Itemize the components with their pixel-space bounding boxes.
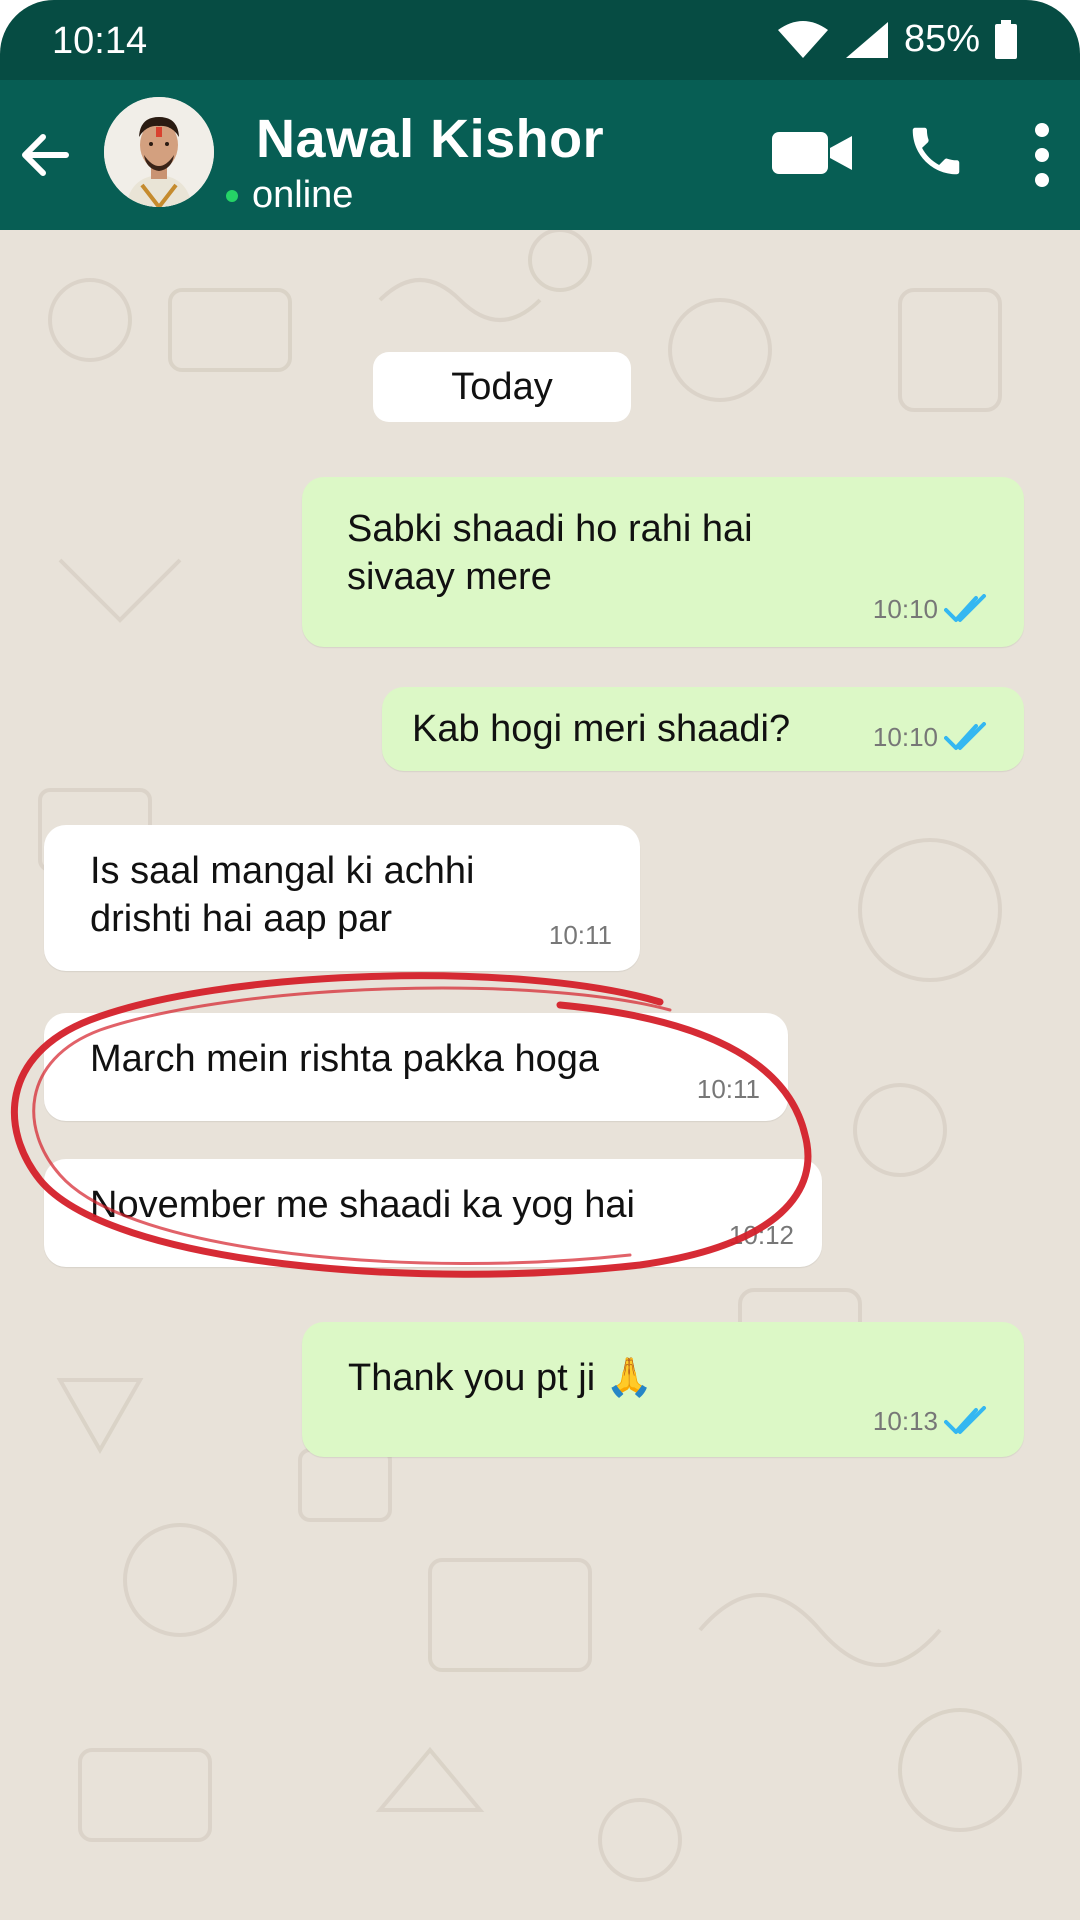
message-meta: 10:10	[873, 713, 994, 761]
contact-name[interactable]: Nawal Kishor	[256, 108, 604, 170]
double-check-icon	[944, 1406, 986, 1434]
message-time: 10:11	[696, 1074, 760, 1104]
status-time: 10:14	[52, 20, 148, 62]
message-time: 10:10	[872, 722, 938, 752]
message-time: 10:11	[548, 920, 612, 950]
more-vert-icon[interactable]	[1030, 120, 1054, 190]
chat-area[interactable]: Today Sabki shaadi ho rahi hai sivaay me…	[0, 230, 1080, 1920]
message-meta: 10:13	[873, 1397, 994, 1445]
message-time: 10:12	[728, 1220, 794, 1250]
message-text: Thank you pt ji 🙏	[348, 1354, 653, 1402]
message-meta: 10:10	[873, 585, 994, 633]
date-chip: Today	[373, 352, 631, 422]
message-bubble-incoming[interactable]: March mein rishta pakka hoga 10:11	[44, 1013, 788, 1121]
message-bubble-outgoing[interactable]: Thank you pt ji 🙏 10:13	[302, 1322, 1024, 1457]
message-text: March mein rishta pakka hoga	[90, 1035, 599, 1083]
phone-screen: 10:14 85% Nawal Kishor online Today Sabk…	[0, 0, 1080, 1920]
message-line: Is saal mangal ki achhi	[90, 850, 475, 892]
battery-percent: 85%	[903, 18, 980, 60]
message-line: Sabki shaadi ho rahi hai	[347, 508, 753, 550]
message-bubble-incoming[interactable]: November me shaadi ka yog hai 10:12	[44, 1159, 822, 1267]
message-meta: 10:11	[549, 911, 612, 959]
message-line: Kab hogi meri shaadi?	[412, 708, 791, 750]
phone-icon[interactable]	[905, 120, 967, 182]
message-line: Thank you pt ji 🙏	[348, 1357, 654, 1399]
status-bar: 10:14 85%	[0, 0, 1080, 80]
presence-status: online	[226, 174, 353, 217]
message-meta: 10:11	[697, 1065, 760, 1113]
message-meta: 10:12	[729, 1211, 794, 1259]
online-indicator	[226, 189, 238, 202]
avatar[interactable]	[104, 97, 214, 207]
message-bubble-incoming[interactable]: Is saal mangal ki achhi drishti hai aap …	[44, 825, 640, 971]
message-line: sivaay mere	[347, 556, 552, 598]
message-line: drishti hai aap par	[90, 898, 393, 940]
presence-text: online	[252, 174, 354, 216]
message-time: 10:10	[872, 594, 938, 624]
wifi-icon	[777, 20, 828, 58]
message-line: November me shaadi ka yog hai	[90, 1184, 635, 1226]
signal-icon	[845, 21, 888, 58]
message-bubble-outgoing[interactable]: Kab hogi meri shaadi? 10:10	[382, 687, 1024, 771]
message-text: Sabki shaadi ho rahi hai sivaay mere	[347, 505, 753, 601]
message-time: 10:13	[872, 1406, 938, 1436]
message-text: Kab hogi meri shaadi?	[412, 705, 790, 753]
message-line: March mein rishta pakka hoga	[90, 1038, 600, 1080]
video-call-icon[interactable]	[770, 128, 854, 178]
double-check-icon	[944, 722, 986, 750]
battery-icon	[995, 19, 1017, 59]
message-text: November me shaadi ka yog hai	[90, 1181, 635, 1229]
contact-photo	[104, 97, 214, 207]
chat-header: Nawal Kishor online	[0, 80, 1080, 230]
message-text: Is saal mangal ki achhi drishti hai aap …	[90, 847, 474, 943]
back-arrow-icon[interactable]	[10, 120, 80, 190]
double-check-icon	[944, 594, 986, 622]
message-bubble-outgoing[interactable]: Sabki shaadi ho rahi hai sivaay mere 10:…	[302, 477, 1024, 647]
status-indicators: 85%	[776, 18, 1018, 61]
